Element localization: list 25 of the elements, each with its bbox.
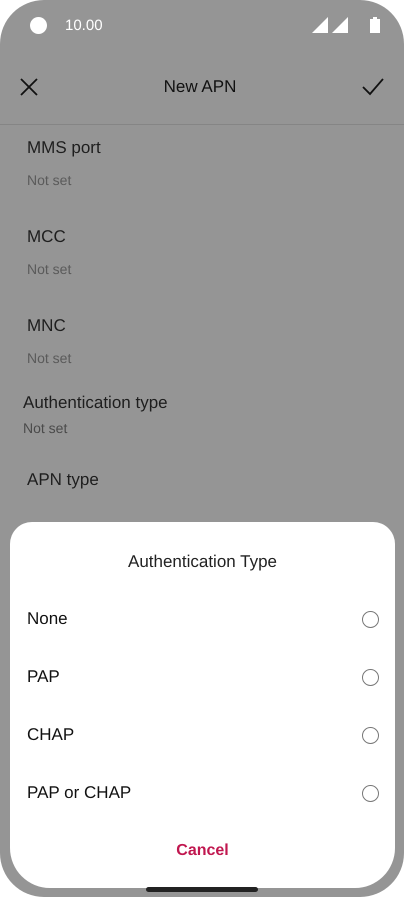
option-label[interactable]: None bbox=[27, 609, 68, 629]
setting-label: MCC bbox=[27, 227, 67, 247]
camera-dot-icon bbox=[30, 16, 47, 34]
setting-value: Not set bbox=[27, 261, 72, 277]
setting-label: MNC bbox=[27, 316, 67, 336]
dialog-title: Authentication Type bbox=[126, 551, 278, 573]
battery-icon bbox=[370, 17, 380, 33]
check-icon[interactable] bbox=[362, 78, 384, 96]
option-label[interactable]: CHAP bbox=[27, 725, 74, 745]
setting-value: Not set bbox=[27, 172, 72, 188]
setting-value: Not set bbox=[27, 350, 72, 366]
setting-label: Authentication type bbox=[23, 393, 169, 413]
radio-button[interactable] bbox=[362, 610, 379, 628]
close-icon[interactable] bbox=[20, 78, 38, 96]
status-time: 10.00 bbox=[65, 16, 104, 34]
radio-button[interactable] bbox=[362, 784, 379, 802]
option-label[interactable]: PAP or CHAP bbox=[27, 783, 132, 803]
radio-button[interactable] bbox=[362, 668, 379, 686]
option-label[interactable]: PAP bbox=[27, 667, 60, 687]
setting-label: MMS port bbox=[27, 138, 102, 158]
radio-button[interactable] bbox=[362, 726, 379, 744]
cancel-button[interactable]: Cancel bbox=[164, 836, 241, 866]
setting-label: APN type bbox=[27, 470, 100, 490]
screen-title: New APN bbox=[164, 77, 236, 97]
setting-value: Not set bbox=[23, 420, 68, 436]
